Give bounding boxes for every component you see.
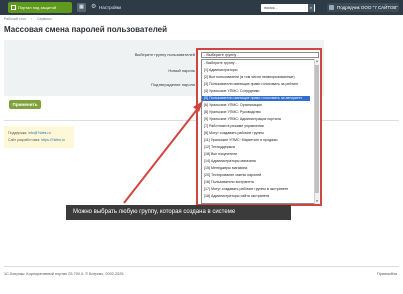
group-option[interactable]: [14] Администраторы магазина <box>202 159 310 164</box>
group-option[interactable]: [17] Могут создавать рабочие группы в эк… <box>202 187 310 192</box>
group-option[interactable]: [4] Уральские УПМС: Сотрудники <box>202 89 310 94</box>
group-option[interactable]: [20] Тестирование смены паролей <box>202 173 310 178</box>
shield-icon <box>11 5 16 10</box>
avatar <box>329 5 334 10</box>
group-option[interactable]: [3] Пользователи имеющие право голосоват… <box>202 82 310 87</box>
developer-site-link[interactable]: https://7sites.ru <box>41 138 65 142</box>
group-option[interactable]: [1] Администраторы <box>202 68 310 73</box>
settings-link[interactable]: Настройки <box>99 0 121 15</box>
support-label: Поддержка: <box>8 131 28 135</box>
page-title: Массовая смена паролей пользователей <box>4 25 168 34</box>
scroll-up-icon[interactable]: ▲ <box>315 59 319 64</box>
footer-right-link[interactable]: Приемобла <box>377 272 397 276</box>
group-options-list[interactable]: - Выберите группу - [1] Администраторы [2]… <box>201 59 315 204</box>
scroll-down-icon[interactable]: ▼ <box>315 199 319 204</box>
breadcrumb: Рабочий стол › Сервисы <box>4 17 56 21</box>
apply-button[interactable]: Применить <box>9 100 41 109</box>
footer-copyright: 1С-Битрикс: Корпоративный портал 25.700.… <box>4 272 124 276</box>
support-line: Поддержка: info@7sites.ru <box>8 131 51 135</box>
user-menu[interactable]: Подрядчик ООО "7 САЙТОВ" <box>327 3 399 12</box>
confirm-password-label: Подтверждение пароля <box>151 82 195 87</box>
group-option[interactable]: [8] Могут создавать рабочие группы <box>202 131 310 136</box>
scrollbar-thumb[interactable] <box>315 65 319 193</box>
group-option[interactable]: [9] Уральские УПМС: Администрация портал… <box>202 117 310 122</box>
group-select[interactable]: - Выберите группу - <box>201 52 319 58</box>
search-value: поиск... <box>264 5 278 10</box>
group-option[interactable]: [12] Техподдержка <box>202 145 310 150</box>
breadcrumb-separator: › <box>30 17 33 21</box>
group-option[interactable]: [11] Уральские УПМС: Маркетинг и продажи <box>202 138 310 143</box>
support-email-link[interactable]: info@7sites.ru <box>28 131 50 135</box>
developer-line: Сайт разработчика: https://7sites.ru <box>8 138 65 142</box>
search-input[interactable]: поиск... ⌕ <box>261 4 315 12</box>
user-name: Подрядчик ООО "7 САЙТОВ" <box>337 5 398 10</box>
callout-annotation: Можно выбрать любую группу, которая созд… <box>66 205 291 220</box>
group-select-label: Выберите группу пользователей <box>134 52 195 57</box>
favorite-star-icon[interactable]: ☆ <box>149 26 155 34</box>
new-password-label: Новый пароль <box>168 68 195 73</box>
group-option[interactable]: [8] Уральские УПМС: Руководство <box>202 110 310 115</box>
group-select-highlight: - Выберите группу - - Выберите группу - [… <box>196 48 322 206</box>
support-box: Поддержка: info@7sites.ru Сайт разработч… <box>4 126 74 148</box>
breadcrumb-item-desktop[interactable]: Рабочий стол <box>4 17 26 21</box>
portal-protection-button[interactable]: Портал под защитой <box>8 2 72 13</box>
group-option[interactable]: [7] Работники в режиме управления <box>202 124 310 129</box>
breadcrumb-item-services[interactable]: Сервисы <box>37 17 52 21</box>
group-option[interactable]: [5] Пользователи имеющие право голосоват… <box>202 96 310 101</box>
group-option[interactable]: [15] Менеджеры магазина <box>202 166 310 171</box>
footer-divider <box>4 266 399 267</box>
developer-label: Сайт разработчика: <box>8 138 41 142</box>
settings-gear-icon[interactable]: ⚙ <box>91 4 97 10</box>
group-option[interactable]: [16] Пользователи экстранета <box>202 180 310 185</box>
group-option[interactable]: [18] Все покупатели <box>202 152 310 157</box>
group-option[interactable]: - Выберите группу - <box>202 61 310 66</box>
group-option[interactable]: [18] Администраторы сайта экстранета <box>202 194 310 199</box>
search-icon[interactable]: ⌕ <box>308 4 314 12</box>
grid-menu-icon[interactable]: ▦ <box>77 3 86 12</box>
options-scrollbar[interactable]: ▲ ▼ <box>314 59 319 204</box>
portal-protection-label: Портал под защитой <box>18 5 57 10</box>
group-option[interactable]: [6] Уральские УПМС: Организация <box>202 103 310 108</box>
group-option[interactable]: [2] Все пользователи (в том числе неавто… <box>202 75 310 80</box>
top-bar: Портал под защитой ▦ ⚙ Настройки поиск..… <box>0 0 403 15</box>
